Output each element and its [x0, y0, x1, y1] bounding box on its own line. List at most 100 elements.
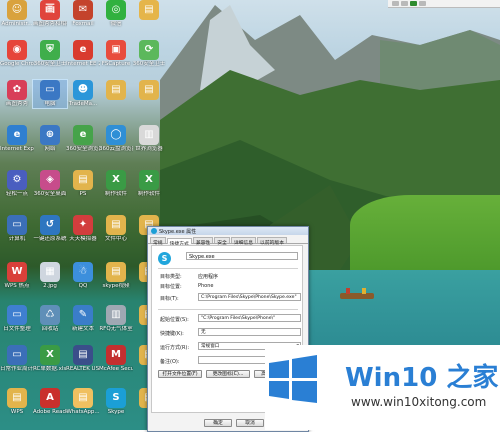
start-in-field[interactable]: "C:\Program Files\Skype\Phone\": [198, 314, 301, 322]
desktop-icon[interactable]: ⟳ 360安全卫士: [132, 40, 166, 68]
desktop-icon-label: RFQ无气体室: [99, 326, 133, 332]
app-icon: S: [106, 388, 126, 408]
windows-logo-icon: [269, 355, 317, 403]
open-file-location-button[interactable]: 打开文件位置(F): [158, 370, 202, 378]
desktop-icon[interactable]: W WPS 热点: [0, 262, 34, 290]
win10-watermark: Win10 之家 www.win10xitong.com: [265, 345, 500, 430]
desktop-icon[interactable]: ◈ 360安全桌面: [33, 170, 67, 198]
desktop-icon-label: 360安全浏览器: [66, 146, 100, 152]
app-icon: ▭: [7, 215, 27, 235]
desktop-icon-label: 网络: [44, 146, 56, 152]
app-icon: ⚙: [7, 170, 27, 190]
desktop-icon[interactable]: ☃ QQ: [66, 262, 100, 290]
app-icon: W: [7, 262, 27, 282]
desktop-icon[interactable]: ⊕ 网络: [33, 125, 67, 153]
cancel-button[interactable]: 取消: [236, 419, 264, 427]
target-field[interactable]: C:\Program Files\Skype\Phone\Skype.exe": [198, 293, 301, 301]
desktop-icon[interactable]: ▤ PS: [66, 170, 100, 198]
desktop-icon[interactable]: ◎ 微信: [99, 0, 133, 28]
desktop-icon[interactable]: X RC单数据.xlsx: [33, 345, 67, 373]
desktop-icon[interactable]: ⚙ 轻松一点: [0, 170, 34, 198]
desktop-icon[interactable]: ▣ FSCapture: [99, 40, 133, 68]
run-label: 运行方式(R):: [160, 345, 190, 351]
desktop-icon[interactable]: ▤ 文件中心: [99, 215, 133, 243]
desktop-icon[interactable]: ☻ TradeMa...: [66, 80, 100, 108]
app-icon: X: [106, 170, 126, 190]
desktop-icon[interactable]: eInternet EE 2015: [66, 40, 100, 68]
desktop-icon[interactable]: MMcAfee Security...: [99, 345, 133, 373]
tab-compatibility[interactable]: 兼容性: [192, 237, 214, 246]
desktop-icon[interactable]: eInternet Explorer: [0, 125, 34, 153]
desktop-icon[interactable]: ▤: [132, 80, 166, 101]
skype-icon: [151, 228, 157, 234]
tab-shortcut[interactable]: 快捷方式: [166, 238, 192, 247]
tab-details[interactable]: 详细信息: [230, 237, 257, 246]
app-icon: ▤: [139, 0, 159, 20]
tray-icon[interactable]: [401, 1, 408, 6]
desktop-icon-label: 画图秀秀: [5, 101, 28, 107]
app-icon: X: [40, 345, 60, 365]
app-icon: ✦: [73, 215, 93, 235]
desktop-icon[interactable]: 画画图秀秀和相框: [33, 0, 67, 28]
desktop-icon[interactable]: ▤: [132, 0, 166, 21]
desktop-icon-label: WPS 热点: [4, 283, 30, 289]
desktop-icon[interactable]: ⛨ 360安全卫士: [33, 40, 67, 68]
desktop-icon[interactable]: AAdobe Reader XI: [33, 388, 67, 416]
desktop-icon-label: 轻松一点: [5, 191, 28, 197]
tray-icon[interactable]: [410, 1, 417, 6]
desktop-icon[interactable]: ▤ skype视频: [99, 262, 133, 290]
desktop-icon[interactable]: e360安全浏览器: [66, 125, 100, 153]
app-icon: M: [106, 345, 126, 365]
app-icon: ▤: [73, 345, 93, 365]
paddler: [346, 288, 350, 294]
brand-text: Win10 之家: [345, 363, 499, 393]
tray-icon[interactable]: [419, 1, 426, 6]
desktop-icon[interactable]: ▥ 世界浏览器: [132, 125, 166, 153]
dialog-titlebar[interactable]: Skype.exe 属性: [148, 227, 308, 235]
desktop-icon[interactable]: S Skype: [99, 388, 133, 416]
desktop-icon[interactable]: ▤REALTEK USB Wir...: [66, 345, 100, 373]
desktop-icon[interactable]: ☺ Administr...: [0, 0, 34, 28]
shortcut-key-field[interactable]: 无: [198, 328, 301, 336]
tab-previous-versions[interactable]: 以前的版本: [257, 237, 288, 246]
top-tray: [388, 0, 500, 8]
desktop-icon[interactable]: ◉Google Chrome: [0, 40, 34, 68]
desktop-icon[interactable]: ✦ 天天模拟器: [66, 215, 100, 243]
desktop-icon[interactable]: ▭ 计算机: [0, 215, 34, 243]
desktop-icon[interactable]: ↺ 一键还原系统: [33, 215, 67, 243]
desktop-icon[interactable]: ♺ 回收站: [33, 305, 67, 333]
desktop-icon[interactable]: ✿ 画图秀秀: [0, 80, 34, 108]
desktop-icon[interactable]: ▤ WPS: [0, 388, 34, 416]
desktop-icon-label: 新建文本: [71, 326, 94, 332]
app-icon: ▤: [106, 262, 126, 282]
ok-button[interactable]: 确定: [204, 419, 232, 427]
app-icon: ▤: [106, 215, 126, 235]
shortcut-name-field[interactable]: Skype.exe: [186, 252, 298, 260]
app-icon: ↺: [40, 215, 60, 235]
desktop-icon[interactable]: ▤: [99, 80, 133, 101]
desktop-icon[interactable]: ▭ 日文件整理: [0, 305, 34, 333]
app-icon: ▭: [7, 305, 27, 325]
desktop-icon-label: TradeMa...: [68, 101, 98, 107]
desktop-icon-label: 微信: [110, 21, 122, 27]
desktop-icon-label: RC单数据.xlsx: [33, 366, 67, 372]
desktop-icon[interactable]: ▭日常作业周计划: [0, 345, 34, 373]
tab-general[interactable]: 常规: [150, 237, 166, 246]
desktop-icon[interactable]: X 制作软件: [99, 170, 133, 198]
app-icon: ▭: [40, 80, 60, 100]
desktop-icon[interactable]: X 制作软件: [132, 170, 166, 198]
desktop-icon[interactable]: ▭ 电脑: [32, 79, 68, 109]
app-icon: ⟳: [139, 40, 159, 60]
target-type-value: 应用程序: [198, 274, 219, 280]
desktop-icon[interactable]: ▦ 2.jpg: [33, 262, 67, 290]
tray-icon[interactable]: [392, 1, 399, 6]
desktop-icon[interactable]: ✉ Foxmail: [66, 0, 100, 28]
tab-security[interactable]: 安全: [214, 237, 230, 246]
desktop-icon[interactable]: ✎ 新建文本: [66, 305, 100, 333]
comment-label: 备注(O):: [160, 359, 180, 365]
desktop-icon[interactable]: ▤ WhatsApp...: [66, 388, 100, 416]
desktop-icon[interactable]: ◯360云盘浏览器: [99, 125, 133, 153]
app-icon: ☺: [7, 0, 27, 20]
change-icon-button[interactable]: 更改图标(C)...: [206, 370, 250, 378]
desktop-icon[interactable]: ▥ RFQ无气体室: [99, 305, 133, 333]
